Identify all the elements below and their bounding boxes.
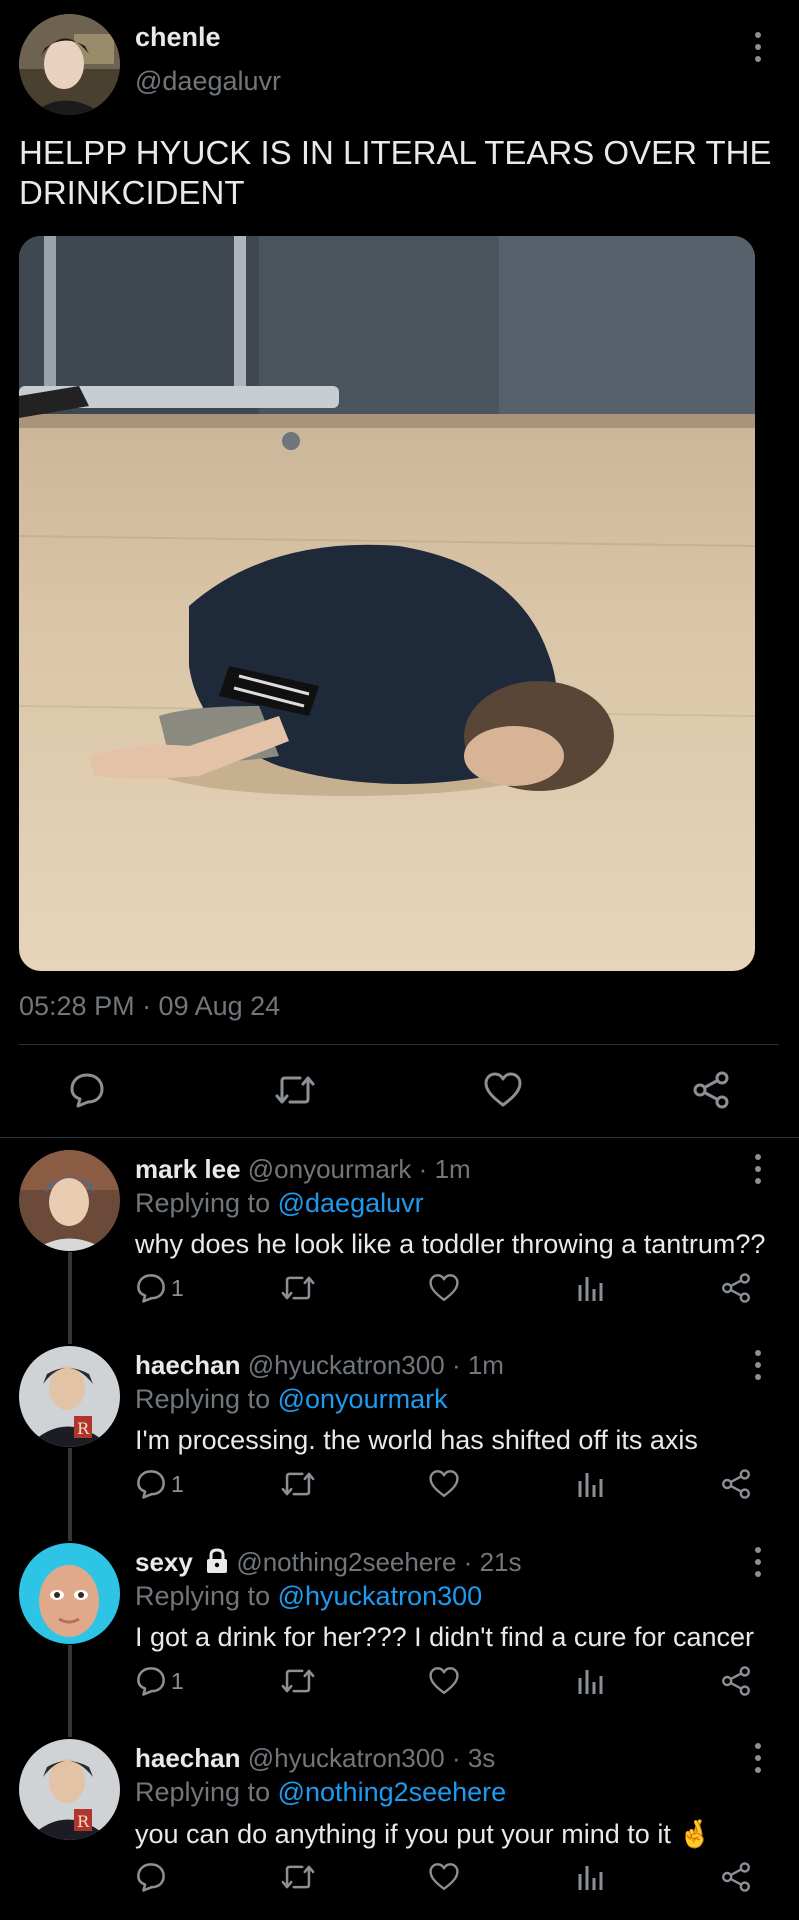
reply-icon[interactable]: 1: [135, 1661, 184, 1701]
replying-to-mention[interactable]: @hyuckatron300: [278, 1581, 483, 1611]
reply-header: sexy @nothing2seehere · 21s: [135, 1547, 522, 1581]
main-tweet-display-name[interactable]: chenle: [135, 22, 221, 53]
like-icon[interactable]: [428, 1268, 460, 1308]
share-icon[interactable]: [720, 1268, 752, 1308]
reply-count: 1: [171, 1470, 184, 1497]
more-options-icon[interactable]: [748, 1350, 768, 1380]
main-tweet-handle[interactable]: @daegaluvr: [135, 66, 281, 97]
reply-time: 1m: [434, 1154, 471, 1184]
reply-text: why does he look like a toddler throwing…: [135, 1229, 766, 1259]
reply-header: haechan @hyuckatron300 · 1m: [135, 1350, 504, 1381]
reply-display-name[interactable]: haechan: [135, 1743, 241, 1773]
reply-action-bar: [0, 1857, 799, 1897]
lock-icon: [205, 1548, 229, 1581]
reply-count: 1: [171, 1274, 184, 1301]
reply-avatar[interactable]: [19, 1150, 120, 1251]
reply-text: I'm processing. the world has shifted of…: [135, 1425, 698, 1455]
reply-tweet[interactable]: mark lee @onyourmark · 1m Replying to @d…: [0, 1140, 799, 1338]
reply-header: mark lee @onyourmark · 1m: [135, 1154, 471, 1185]
like-icon[interactable]: [481, 1068, 525, 1112]
reply-time: 3s: [467, 1743, 496, 1773]
analytics-icon[interactable]: [576, 1464, 604, 1504]
reply-avatar[interactable]: R: [19, 1739, 120, 1840]
more-options-icon[interactable]: [748, 1154, 768, 1184]
reply-action-bar: 1: [0, 1661, 799, 1701]
retweet-icon[interactable]: [280, 1464, 316, 1504]
reply-handle[interactable]: @hyuckatron300: [248, 1350, 445, 1380]
reply-time: 1m: [467, 1350, 504, 1380]
reply-avatar[interactable]: R: [19, 1346, 120, 1447]
reply-display-name[interactable]: sexy: [135, 1547, 193, 1577]
reply-handle[interactable]: @onyourmark: [248, 1154, 412, 1184]
retweet-icon[interactable]: [280, 1857, 316, 1897]
replying-to: Replying to @daegaluvr: [135, 1188, 424, 1219]
replying-to-mention[interactable]: @nothing2seehere: [278, 1777, 507, 1807]
reply-display-name[interactable]: haechan: [135, 1350, 241, 1380]
more-options-icon[interactable]: [748, 32, 768, 62]
tweet-text: HELPP HYUCK IS IN LITERAL TEARS OVER THE…: [19, 134, 772, 211]
separator: ·: [451, 1350, 461, 1380]
reply-header: haechan @hyuckatron300 · 3s: [135, 1743, 495, 1774]
replying-to-mention[interactable]: @onyourmark: [278, 1384, 448, 1414]
more-options-icon[interactable]: [748, 1743, 768, 1773]
replying-to-label: Replying to: [135, 1384, 271, 1414]
replying-to-label: Replying to: [135, 1581, 271, 1611]
reply-tweet[interactable]: R haechan @hyuckatron300 · 3s Replying t…: [0, 1729, 799, 1920]
main-tweet: chenle @daegaluvr HELPP HYUCK IS IN LITE…: [0, 0, 799, 1138]
reply-count: 1: [171, 1667, 184, 1694]
replying-to-label: Replying to: [135, 1777, 271, 1807]
svg-text:R: R: [77, 1419, 90, 1438]
like-icon[interactable]: [428, 1661, 460, 1701]
reply-avatar[interactable]: [19, 1543, 120, 1644]
tweet-action-bar: [0, 1060, 799, 1122]
like-icon[interactable]: [428, 1464, 460, 1504]
divider: [19, 1044, 779, 1045]
reply-icon[interactable]: 1: [135, 1268, 184, 1308]
reply-text: you can do anything if you put your mind…: [135, 1819, 712, 1849]
replying-to: Replying to @onyourmark: [135, 1384, 448, 1415]
replying-to: Replying to @hyuckatron300: [135, 1581, 482, 1612]
reply-time: 21s: [479, 1547, 522, 1577]
replying-to-mention[interactable]: @daegaluvr: [278, 1188, 424, 1218]
separator: ·: [451, 1743, 461, 1773]
analytics-icon[interactable]: [576, 1661, 604, 1701]
reply-handle[interactable]: @nothing2seehere: [236, 1547, 456, 1577]
thread-line: [68, 1336, 72, 1344]
main-tweet-avatar[interactable]: [19, 14, 120, 115]
share-icon[interactable]: [720, 1464, 752, 1504]
retweet-icon[interactable]: [280, 1661, 316, 1701]
replying-to: Replying to @nothing2seehere: [135, 1777, 506, 1808]
more-options-icon[interactable]: [748, 1547, 768, 1577]
share-icon[interactable]: [689, 1068, 733, 1112]
reply-icon[interactable]: [65, 1068, 109, 1112]
reply-icon[interactable]: 1: [135, 1464, 184, 1504]
like-icon[interactable]: [428, 1857, 460, 1897]
tweet-photo[interactable]: [19, 236, 755, 971]
reply-text: I got a drink for her??? I didn't find a…: [135, 1622, 754, 1652]
reply-action-bar: 1: [0, 1464, 799, 1504]
thread-line: [68, 1729, 72, 1737]
analytics-icon[interactable]: [576, 1268, 604, 1308]
separator: ·: [418, 1154, 428, 1184]
reply-icon[interactable]: [135, 1857, 171, 1897]
replying-to-label: Replying to: [135, 1188, 271, 1218]
thread-line: [68, 1533, 72, 1541]
reply-display-name[interactable]: mark lee: [135, 1154, 241, 1184]
share-icon[interactable]: [720, 1857, 752, 1897]
divider: [0, 1137, 799, 1138]
svg-text:R: R: [77, 1812, 90, 1831]
separator: ·: [463, 1547, 473, 1577]
reply-tweet[interactable]: R haechan @hyuckatron300 · 1m Replying t…: [0, 1336, 799, 1534]
reply-handle[interactable]: @hyuckatron300: [248, 1743, 445, 1773]
tweet-timestamp: 05:28 PM · 09 Aug 24: [19, 991, 281, 1021]
reply-action-bar: 1: [0, 1268, 799, 1308]
retweet-icon[interactable]: [280, 1268, 316, 1308]
reply-tweet[interactable]: sexy @nothing2seehere · 21s Replying to …: [0, 1533, 799, 1731]
share-icon[interactable]: [720, 1661, 752, 1701]
retweet-icon[interactable]: [273, 1068, 317, 1112]
analytics-icon[interactable]: [576, 1857, 604, 1897]
